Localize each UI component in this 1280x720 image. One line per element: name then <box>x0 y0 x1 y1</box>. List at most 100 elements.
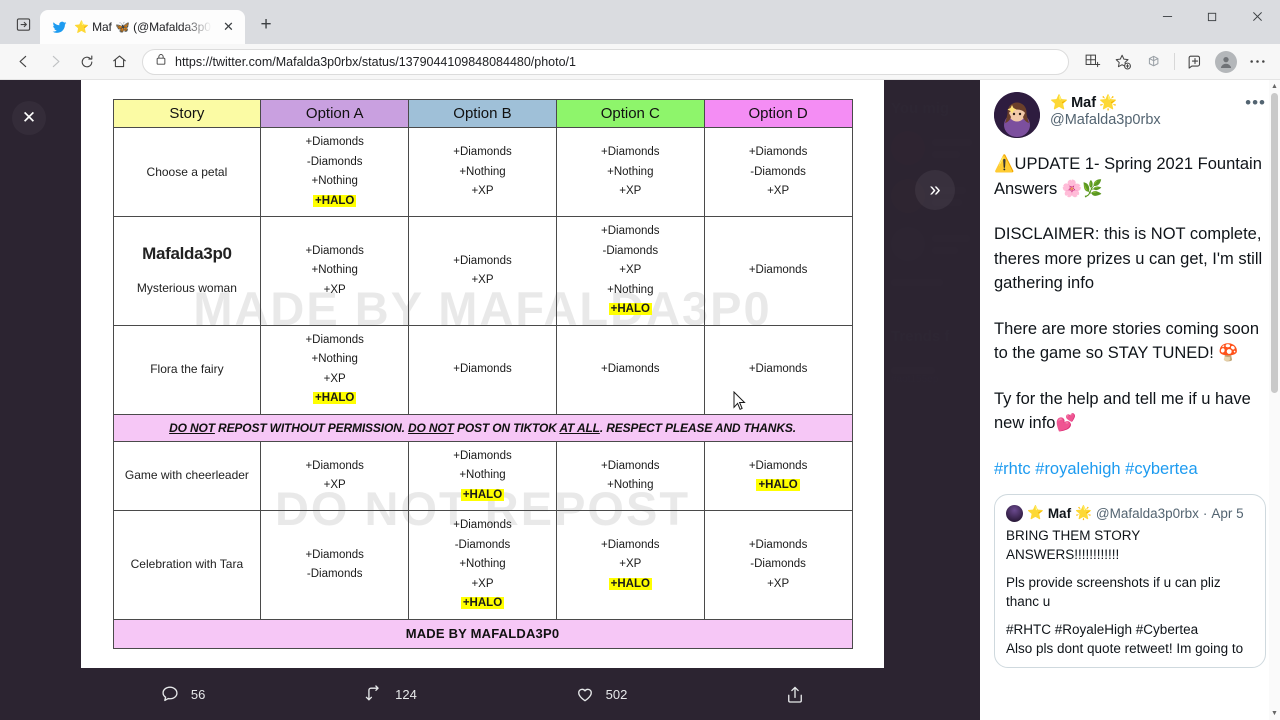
cell-line: +Diamonds <box>748 264 808 277</box>
heart-icon <box>577 688 592 702</box>
close-window-button[interactable] <box>1235 0 1280 32</box>
cell-line: +XP <box>619 558 642 571</box>
star-emoji-prefix: ⭐ <box>1027 505 1044 521</box>
cell-line: +Nothing <box>311 353 358 366</box>
cell-line: +XP <box>471 274 494 286</box>
tab-strip: ⭐ Maf 🦋 (@Mafalda3p0rbx) / Tw ✕ + <box>0 0 281 44</box>
column-header-option-b: Option B <box>408 99 557 129</box>
halo-highlight: +HALO <box>313 194 357 207</box>
maximize-restore-button[interactable] <box>1190 0 1235 32</box>
cell-option-b: +Diamonds +Nothing +XP <box>408 127 557 218</box>
cell-line: -Diamonds <box>750 165 806 178</box>
reload-button[interactable] <box>72 47 102 77</box>
star-emoji-suffix: 🌟 <box>1075 505 1092 521</box>
story-name: Celebration with Tara <box>112 510 262 620</box>
cell-line: +HALO <box>559 300 702 320</box>
quoted-line: BRING THEM STORY ANSWERS!!!!!!!!!!!! <box>1006 528 1141 562</box>
cell-line: +HALO <box>411 486 554 506</box>
retweet-count: 124 <box>395 686 417 702</box>
cell-option-d: +Diamonds -Diamonds +XP <box>703 127 853 218</box>
cell-line: +Diamonds <box>748 538 808 551</box>
extensions-icon[interactable] <box>1139 47 1169 77</box>
cell-option-d: +Diamonds +HALO <box>703 440 853 512</box>
author-handle: @Mafalda3p0rbx <box>1050 112 1161 128</box>
brand-label: Mafalda3p0 <box>142 243 232 263</box>
answers-table: Story Option A Option B Option C Option … <box>112 99 853 649</box>
banner-emphasis: DO NOT <box>408 420 454 435</box>
cell-line: +Diamonds <box>748 363 808 375</box>
cell-line: +Diamonds <box>453 519 512 532</box>
author-avatar[interactable] <box>994 92 1040 138</box>
table-row: Celebration with Tara +Diamonds -Diamonds… <box>112 510 853 620</box>
cell-line: +Diamonds <box>601 459 660 472</box>
share-button[interactable] <box>785 684 805 705</box>
cell-option-c: +Diamonds +XP +HALO <box>555 510 705 620</box>
cell-line: +Diamonds <box>305 333 364 346</box>
window-controls <box>1145 0 1280 32</box>
cell-option-d: +Diamonds <box>703 216 853 326</box>
cell-line: +Diamonds <box>748 459 808 472</box>
like-button[interactable]: 502 <box>575 684 628 704</box>
banner-text-part: . RESPECT PLEASE AND THANKS. <box>599 420 796 435</box>
forward-button[interactable] <box>40 47 70 77</box>
cell-option-c: +Diamonds -Diamonds +XP +Nothing +HALO <box>555 216 705 326</box>
cell-line: +XP <box>767 185 790 197</box>
quoted-author-avatar <box>1006 505 1023 522</box>
home-button[interactable] <box>104 47 134 77</box>
next-photo-chevron-icon[interactable]: » <box>915 170 955 210</box>
table-row: Mafalda3p0 Mysterious woman +Diamonds +No… <box>112 216 853 326</box>
tweet-hashtags[interactable]: #rhtc #royalehigh #cybertea <box>994 457 1266 482</box>
settings-more-icon[interactable] <box>1242 47 1272 77</box>
cell-option-b: +Diamonds +Nothing +HALO <box>408 440 557 512</box>
lock-icon <box>155 53 167 71</box>
browser-tab[interactable]: ⭐ Maf 🦋 (@Mafalda3p0rbx) / Tw ✕ <box>40 10 245 44</box>
tweet-more-options-icon[interactable]: ••• <box>1245 92 1266 111</box>
close-icon[interactable]: ✕ <box>12 101 46 135</box>
tab-close-icon[interactable]: ✕ <box>220 19 237 36</box>
cell-line: +Diamonds <box>601 538 660 551</box>
quoted-tweet[interactable]: ⭐ Maf 🌟 @Mafalda3p0rbx · Apr 5 BRING THE… <box>994 494 1266 668</box>
cell-line: -Diamonds <box>454 538 511 551</box>
profile-avatar-icon[interactable] <box>1211 47 1241 77</box>
collections-icon[interactable] <box>1077 47 1107 77</box>
cell-line: +Diamonds <box>305 244 364 257</box>
cell-line: +HALO <box>707 476 850 496</box>
cell-option-a: +Diamonds +Nothing +XP <box>260 216 410 326</box>
cell-line: +Nothing <box>311 175 358 188</box>
panel-scrollbar[interactable]: ▲ ▼ <box>1269 80 1280 720</box>
retweet-button[interactable]: 124 <box>363 684 417 704</box>
new-tab-button[interactable]: + <box>251 10 281 40</box>
cell-line: +HALO <box>411 594 554 614</box>
column-header-story: Story <box>112 99 262 129</box>
story-label: Mysterious woman <box>136 281 237 295</box>
add-tab-group-icon[interactable] <box>1180 47 1210 77</box>
banner-text-part: REPOST WITHOUT PERMISSION. <box>214 420 409 435</box>
cell-line: -Diamonds <box>602 244 659 257</box>
cell-line: +Diamonds <box>601 225 660 238</box>
scroll-down-icon[interactable]: ▼ <box>1269 707 1280 720</box>
table-row: Game with cheerleader +Diamonds +XP +Diam… <box>112 440 853 512</box>
cell-option-a: +Diamonds +Nothing +XP +HALO <box>260 324 410 415</box>
add-favorite-icon[interactable] <box>1108 47 1138 77</box>
cell-line: +HALO <box>263 192 406 212</box>
story-name: Flora the fairy <box>112 324 262 415</box>
reply-button[interactable]: 56 <box>160 684 205 704</box>
like-count: 502 <box>605 686 628 702</box>
minimize-button[interactable] <box>1145 0 1190 32</box>
tweet-paragraph: Ty for the help and tell me if u have ne… <box>994 389 1251 433</box>
scrollbar-thumb[interactable] <box>1271 93 1278 393</box>
cell-line: +XP <box>323 283 346 296</box>
halo-highlight: +HALO <box>460 488 505 501</box>
story-name: Mafalda3p0 Mysterious woman <box>112 216 262 326</box>
address-bar[interactable]: https://twitter.com/Mafalda3p0rbx/status… <box>142 48 1069 75</box>
scroll-up-icon[interactable]: ▲ <box>1269 80 1280 93</box>
back-button[interactable] <box>8 47 38 77</box>
tab-actions-icon[interactable] <box>6 8 40 40</box>
author-display-name: ⭐ Maf 🌟 <box>1050 94 1235 112</box>
star-emoji-suffix: 🌟 <box>1099 95 1118 111</box>
table-header-row: Story Option A Option B Option C Option … <box>112 99 853 129</box>
cell-line: +HALO <box>559 575 702 595</box>
cell-line: +Diamonds <box>305 459 364 472</box>
quoted-line: Also pls dont quote retweet! Im going to <box>1006 641 1244 656</box>
answers-chart-image: MADE BY MAFALDA3P0 DO NOT REPOST Story O… <box>112 99 853 649</box>
